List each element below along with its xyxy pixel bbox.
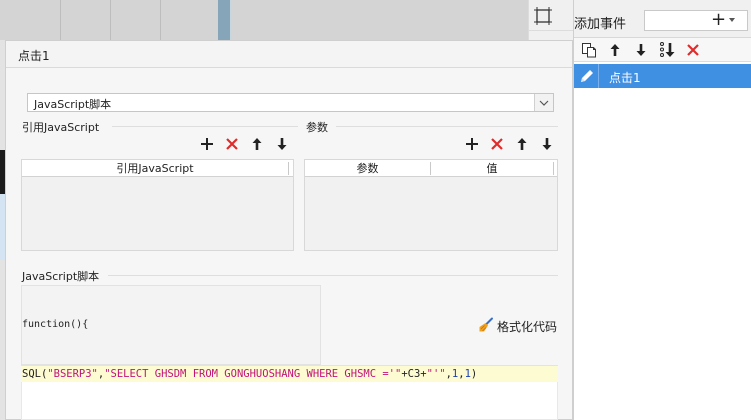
format-code-label: 格式化代码 — [497, 319, 558, 334]
column-divider — [110, 0, 111, 40]
move-to-bottom-icon[interactable] — [658, 41, 676, 59]
arrow-down-icon[interactable] — [632, 41, 650, 59]
pencil-icon — [578, 67, 596, 85]
ref-js-table: 引用JavaScript — [21, 159, 294, 251]
arrow-down-icon[interactable] — [539, 136, 555, 152]
column-divider — [60, 0, 61, 40]
params-section-label: 参数 — [306, 121, 328, 134]
column-divider — [553, 162, 554, 175]
ref-js-section-line — [112, 126, 298, 127]
function-header: function(){ — [22, 319, 89, 330]
dialog-title-bar: 点击1 — [6, 41, 572, 68]
event-list-item[interactable]: 点击1 — [574, 64, 751, 88]
event-panel-header: 添加事件 + — [574, 0, 751, 38]
plus-icon[interactable] — [199, 136, 215, 152]
column-divider — [288, 162, 289, 175]
plus-icon[interactable]: + — [711, 10, 726, 30]
code-string: "BSERP3" — [47, 368, 98, 380]
params-table: 参数 值 — [304, 159, 558, 251]
column-divider — [160, 0, 161, 40]
delete-icon[interactable] — [489, 136, 505, 152]
copy-icon[interactable] — [580, 41, 598, 59]
format-code-button[interactable]: 格式化代码 — [478, 317, 557, 335]
arrow-down-icon[interactable] — [274, 136, 290, 152]
code-close: ) — [470, 368, 478, 380]
params-section-line — [336, 126, 558, 127]
code-string: "'" — [426, 368, 446, 380]
column-header[interactable]: 引用JavaScript — [22, 160, 288, 177]
event-row-divider — [598, 64, 599, 88]
strip-divider — [528, 30, 573, 31]
table-header: 引用JavaScript — [22, 160, 293, 177]
event-label: 点击1 — [609, 71, 641, 85]
arrow-up-icon[interactable] — [514, 136, 530, 152]
ref-js-section-label: 引用JavaScript — [22, 121, 100, 134]
frame-select-icon[interactable] — [533, 6, 553, 26]
event-toolbar — [574, 38, 751, 62]
delete-icon[interactable] — [224, 136, 240, 152]
add-event-label: 添加事件 — [574, 17, 627, 32]
broom-icon — [478, 317, 494, 336]
plus-icon[interactable] — [464, 136, 480, 152]
script-type-select[interactable]: JavaScript脚本 — [27, 93, 554, 112]
code-text: SQL("BSERP3","SELECT GHSDM FROM GONGHUOS… — [22, 368, 477, 380]
code-fn: SQL( — [22, 368, 48, 380]
chevron-down-icon[interactable] — [534, 94, 553, 111]
sheet-scrollbar[interactable] — [218, 0, 230, 40]
code-editor-line[interactable]: SQL("BSERP3","SELECT GHSDM FROM GONGHUOS… — [21, 365, 558, 382]
code-string: "SELECT GHSDM FROM GONGHUOSHANG WHERE GH… — [104, 368, 402, 380]
arrow-up-icon[interactable] — [606, 41, 624, 59]
script-section-label: JavaScript脚本 — [22, 270, 100, 283]
arrow-up-icon[interactable] — [249, 136, 265, 152]
code-concat: +C3+ — [401, 368, 427, 380]
table-header: 参数 值 — [305, 160, 557, 177]
add-event-dropdown[interactable]: + — [644, 10, 748, 31]
column-header[interactable]: 参数 — [305, 160, 430, 177]
event-panel: 添加事件 + 点击1 — [573, 0, 751, 420]
script-section-line — [108, 275, 558, 276]
sheet-background — [0, 0, 528, 40]
chevron-down-icon[interactable] — [729, 18, 735, 22]
code-editor[interactable] — [21, 382, 558, 420]
dialog-title: 点击1 — [18, 49, 50, 63]
event-dialog: 点击1 JavaScript脚本 引用JavaScript 引用JavaScri… — [5, 40, 573, 420]
sheet-scrollbar-edge — [230, 0, 232, 40]
delete-icon[interactable] — [684, 41, 702, 59]
column-header[interactable]: 值 — [431, 160, 553, 177]
script-type-value: JavaScript脚本 — [34, 98, 112, 111]
